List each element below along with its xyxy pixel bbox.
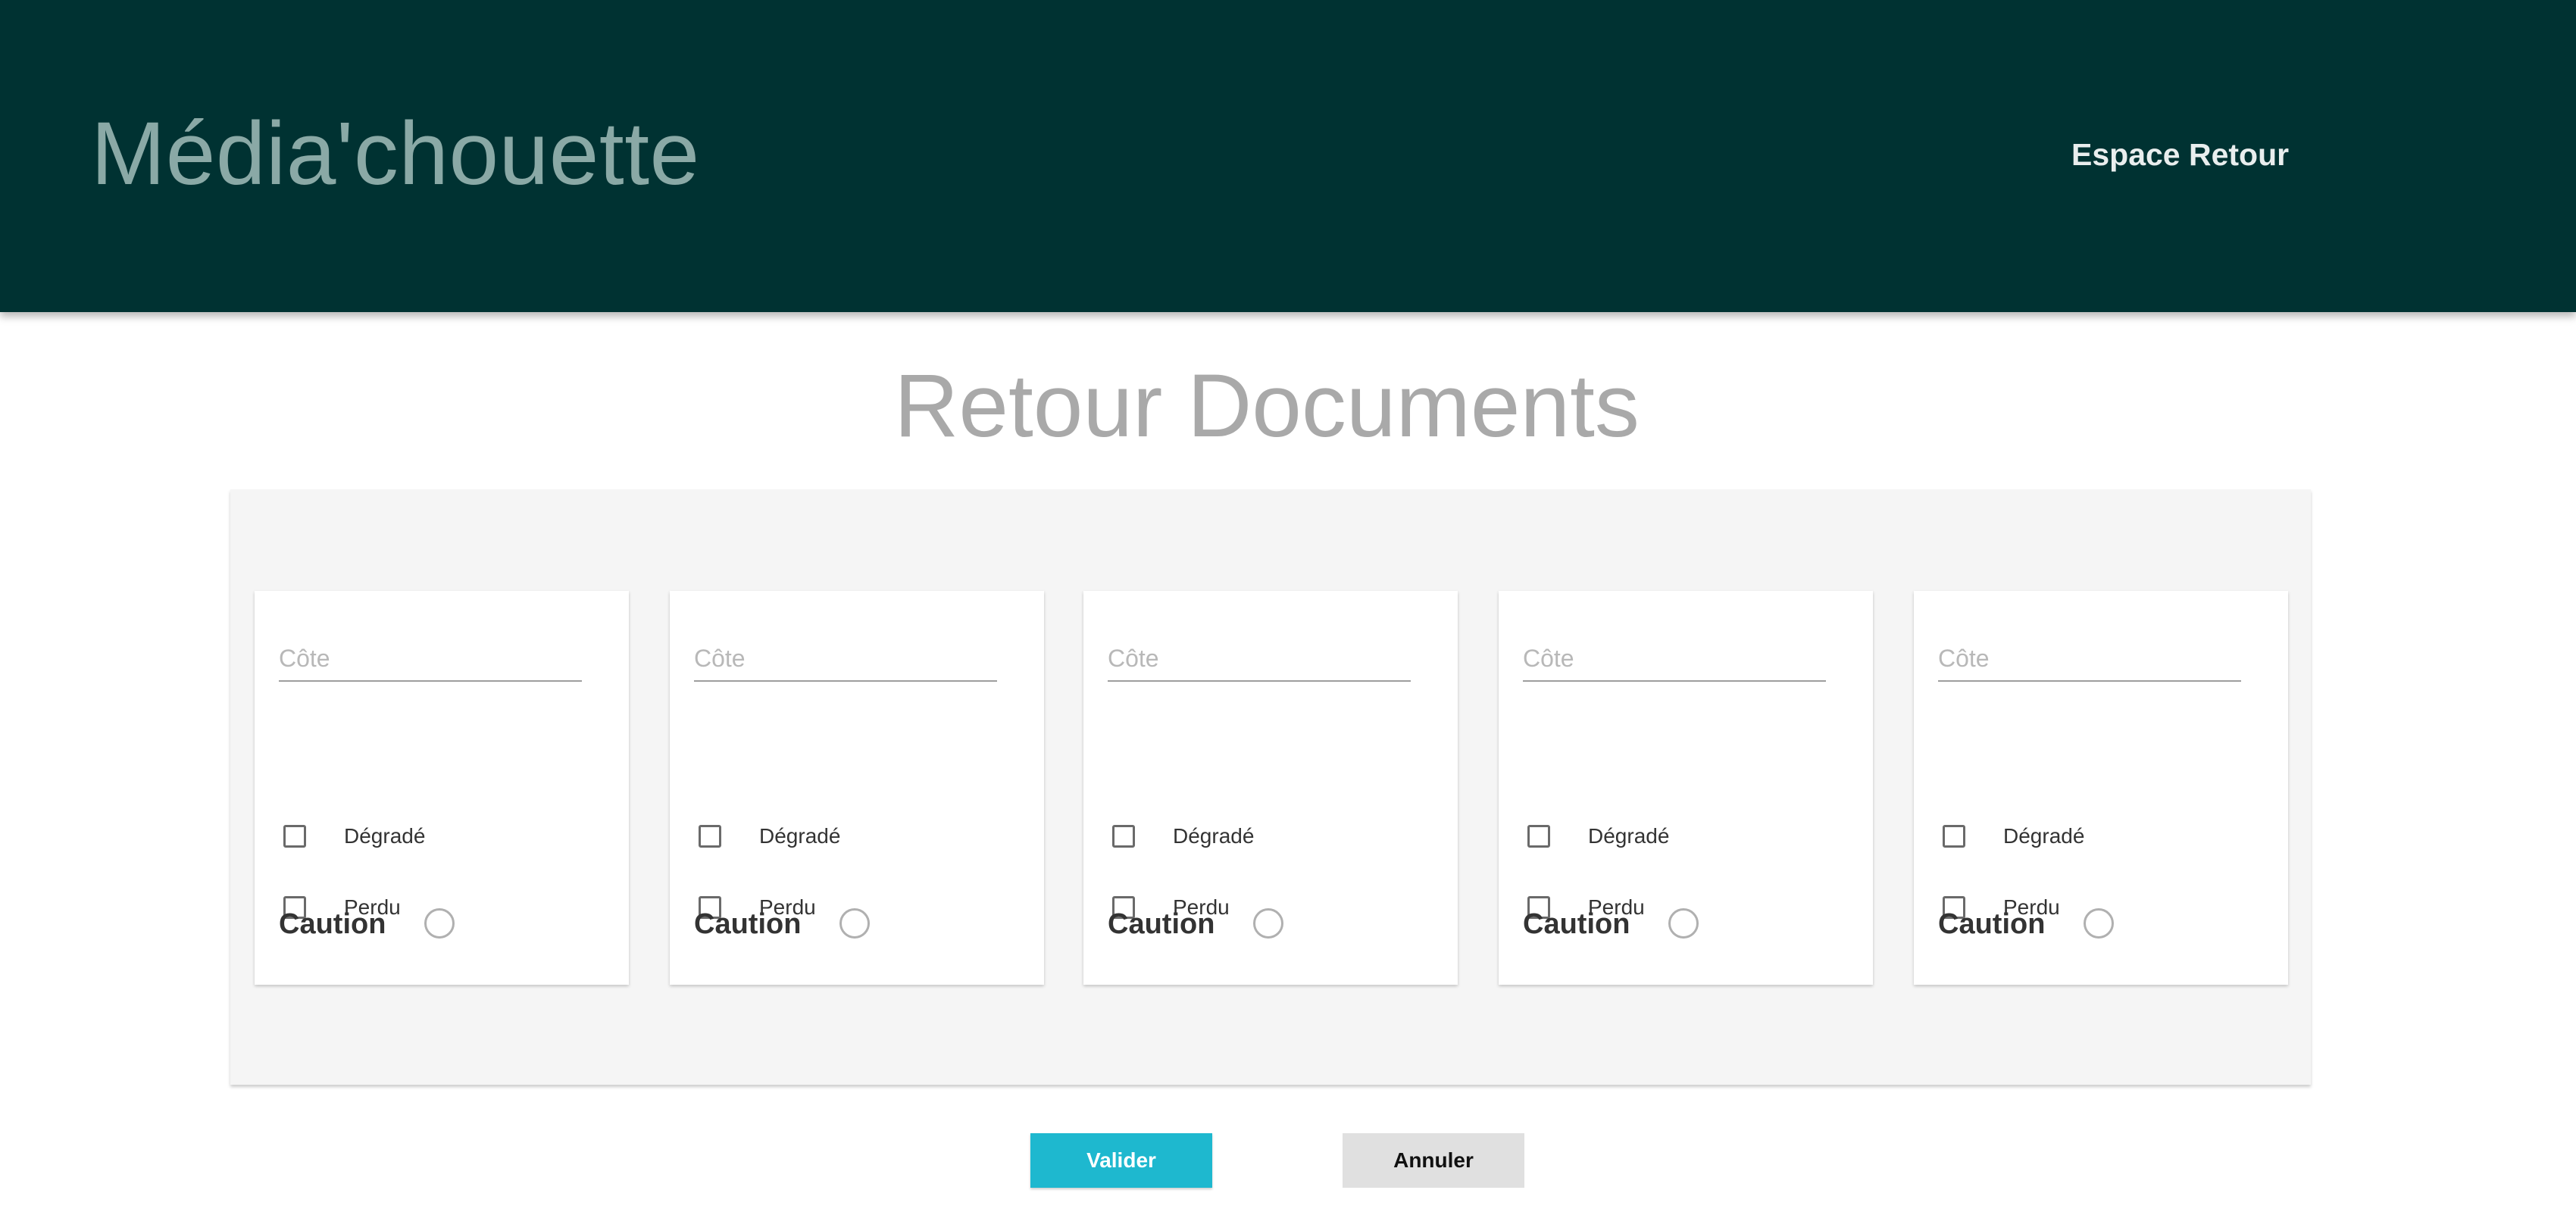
caution-label: Caution <box>1523 908 1630 940</box>
caution-label: Caution <box>1938 908 2046 940</box>
document-card: Dégradé Perdu Caution <box>1914 591 2288 985</box>
caution-radio[interactable] <box>1668 908 1699 939</box>
degrade-label: Dégradé <box>1173 824 1255 848</box>
document-card: Dégradé Perdu Caution <box>670 591 1044 985</box>
cote-input[interactable] <box>279 636 582 682</box>
caution-radio[interactable] <box>2084 908 2114 939</box>
brand-logo-text: Média'chouette <box>91 104 700 204</box>
caution-label: Caution <box>279 908 386 940</box>
caution-radio[interactable] <box>839 908 870 939</box>
app-header: Média'chouette Espace Retour <box>0 0 2576 312</box>
caution-radio[interactable] <box>1253 908 1283 939</box>
degrade-option[interactable]: Dégradé <box>699 821 840 851</box>
document-card: Dégradé Perdu Caution <box>1499 591 1873 985</box>
degrade-option[interactable]: Dégradé <box>1112 821 1254 851</box>
degrade-option[interactable]: Dégradé <box>1527 821 1669 851</box>
nav-link-espace-retour[interactable]: Espace Retour <box>2071 136 2289 173</box>
degrade-option[interactable]: Dégradé <box>1943 821 2084 851</box>
degrade-label: Dégradé <box>344 824 426 848</box>
cote-input[interactable] <box>1938 636 2241 682</box>
document-card: Dégradé Perdu Caution <box>1083 591 1458 985</box>
validate-button[interactable]: Valider <box>1030 1133 1212 1188</box>
degrade-checkbox[interactable] <box>1943 825 1965 848</box>
page-title: Retour Documents <box>894 356 1640 456</box>
cote-input[interactable] <box>1108 636 1411 682</box>
documents-panel: Dégradé Perdu Caution Dégradé Perdu Caut… <box>230 489 2311 1085</box>
cote-input[interactable] <box>1523 636 1826 682</box>
degrade-label: Dégradé <box>759 824 841 848</box>
cancel-button[interactable]: Annuler <box>1343 1133 1524 1188</box>
document-card: Dégradé Perdu Caution <box>255 591 629 985</box>
degrade-checkbox[interactable] <box>1112 825 1135 848</box>
degrade-checkbox[interactable] <box>1527 825 1550 848</box>
degrade-checkbox[interactable] <box>699 825 721 848</box>
degrade-checkbox[interactable] <box>283 825 306 848</box>
caution-label: Caution <box>1108 908 1215 940</box>
degrade-option[interactable]: Dégradé <box>283 821 425 851</box>
caution-radio[interactable] <box>424 908 455 939</box>
caution-label: Caution <box>694 908 802 940</box>
degrade-label: Dégradé <box>1588 824 1670 848</box>
degrade-label: Dégradé <box>2003 824 2085 848</box>
cote-input[interactable] <box>694 636 997 682</box>
